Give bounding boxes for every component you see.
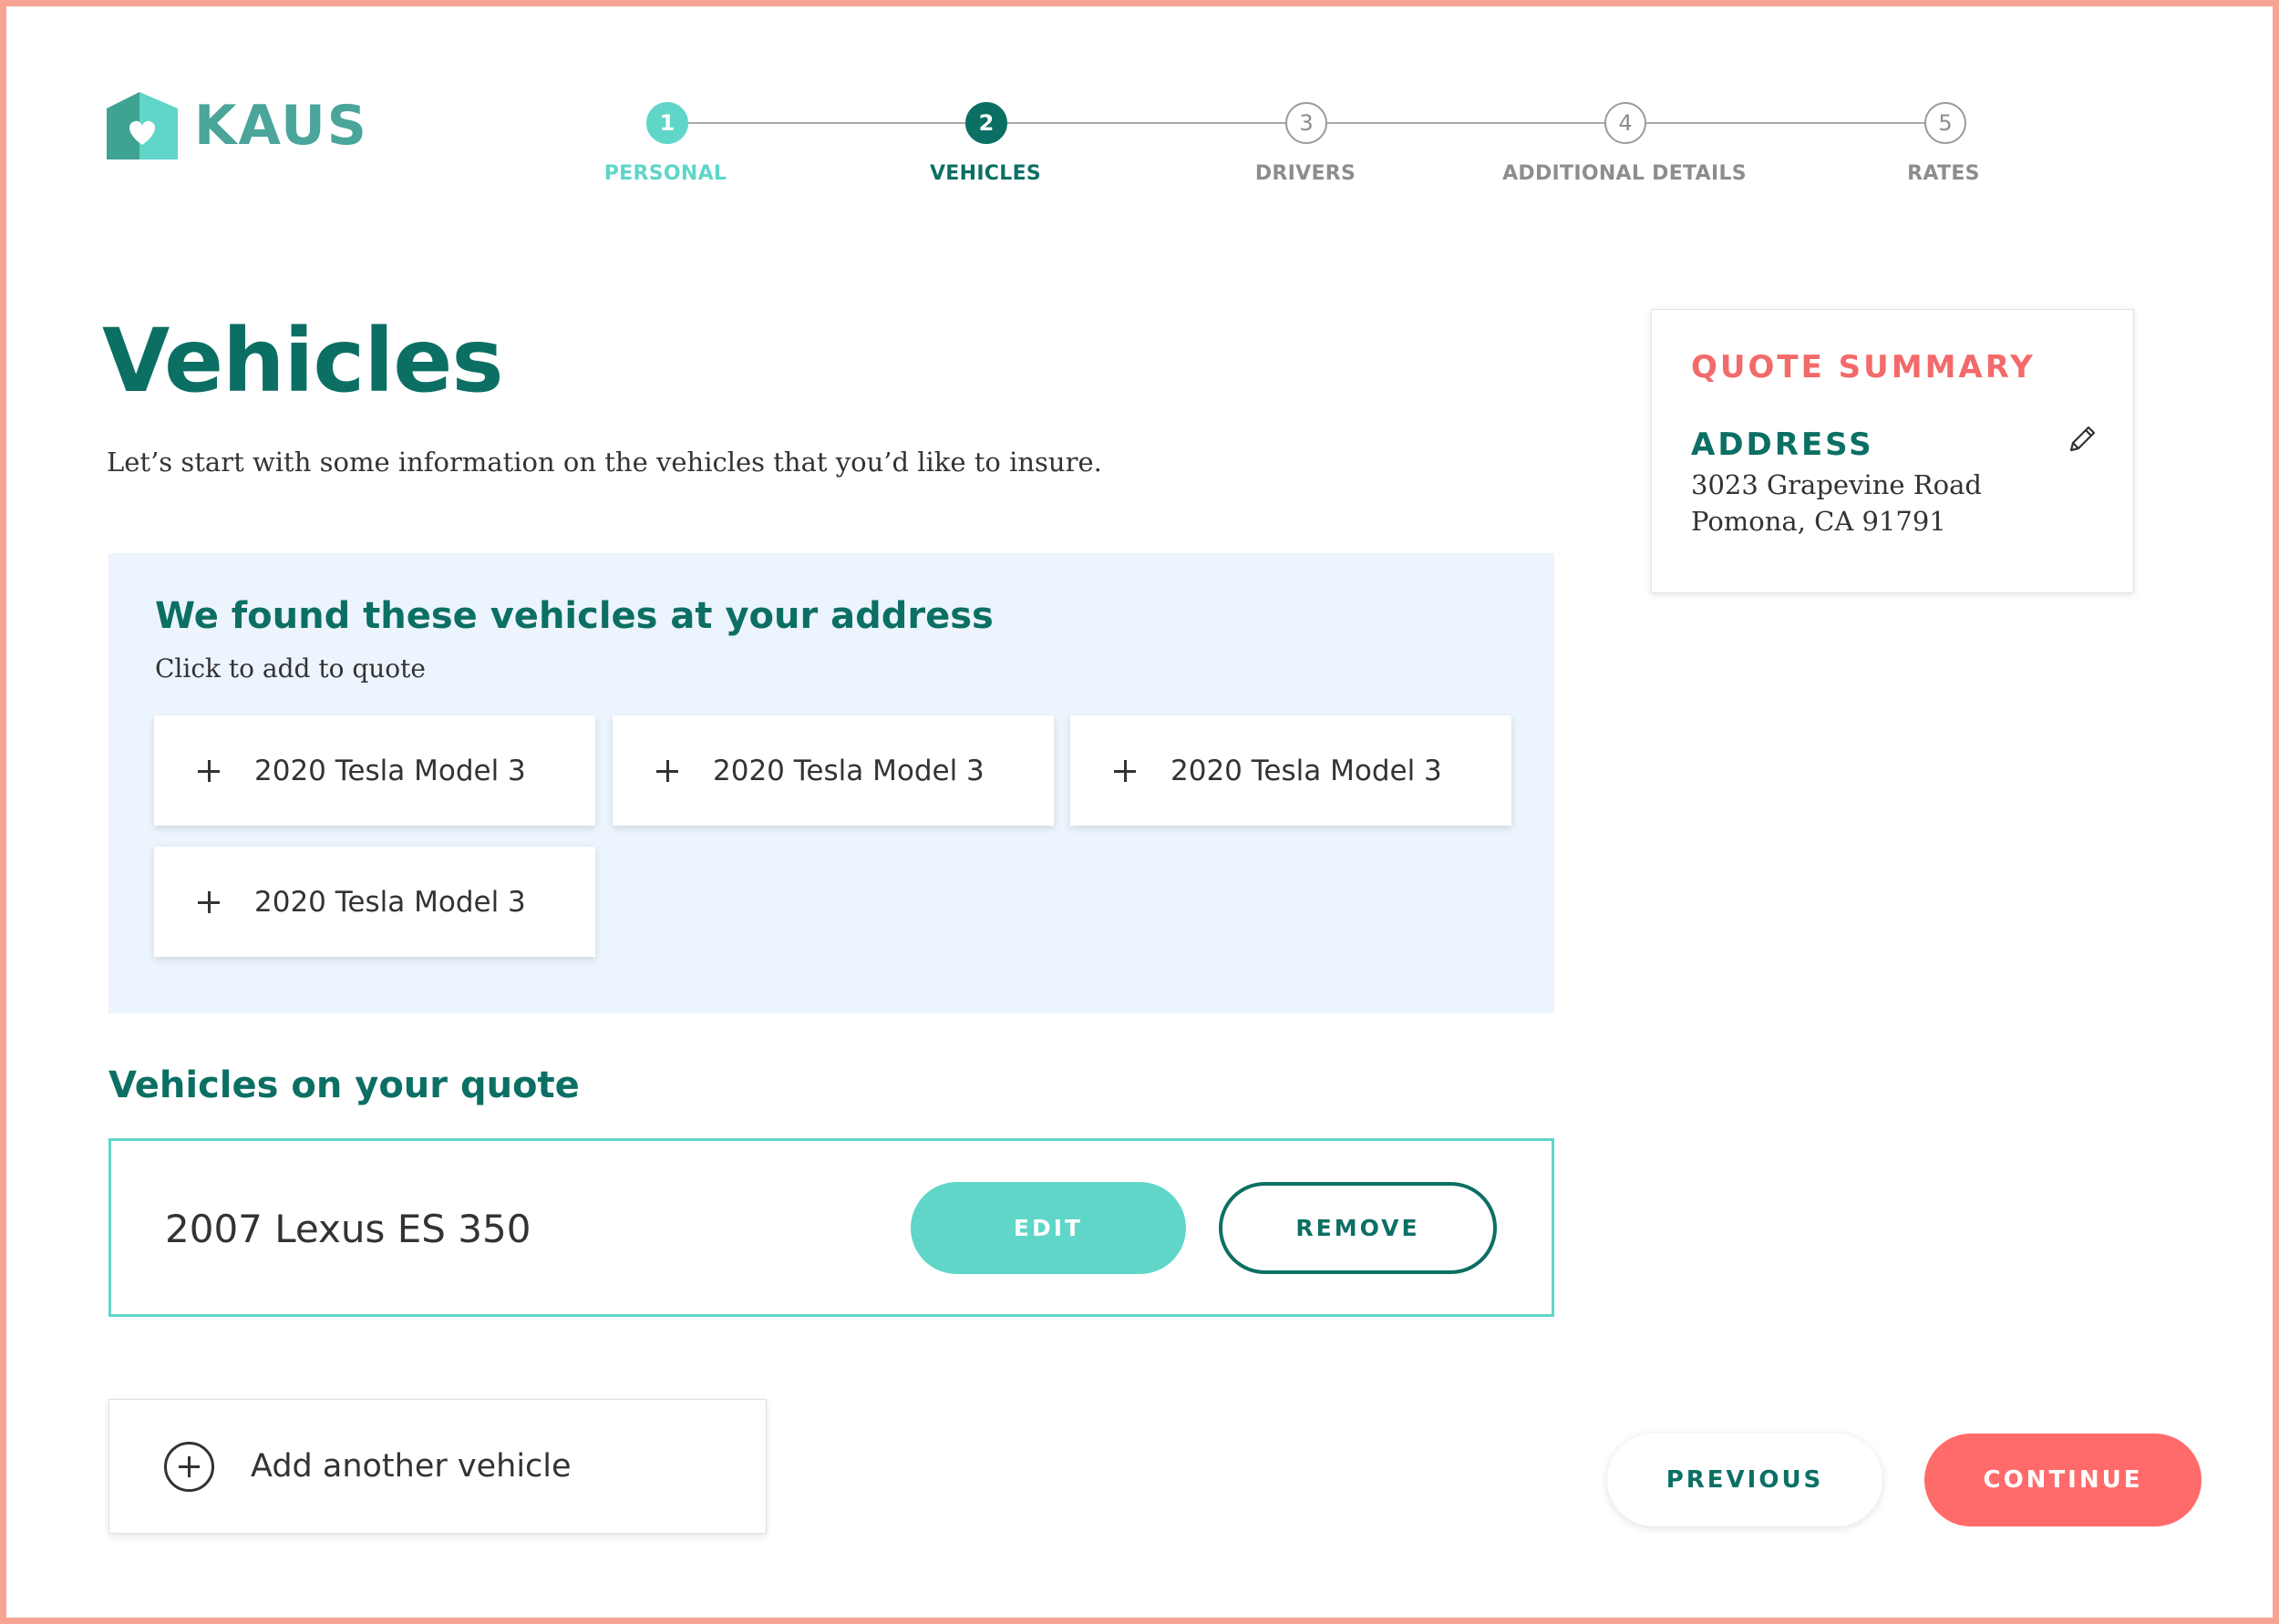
continue-button[interactable]: CONTINUE [1924, 1434, 2202, 1526]
found-vehicle-name: 2020 Tesla Model 3 [1170, 754, 1442, 787]
plus-icon [1114, 759, 1136, 782]
remove-vehicle-button[interactable]: REMOVE [1219, 1182, 1497, 1274]
step-4-label[interactable]: ADDITIONAL DETAILS [1502, 162, 1747, 185]
add-vehicle-label: Add another vehicle [251, 1448, 572, 1485]
step-2-label[interactable]: VEHICLES [930, 162, 1041, 185]
plus-icon [656, 759, 678, 782]
quote-vehicle-name: 2007 Lexus ES 350 [165, 1207, 531, 1251]
step-5-circle[interactable]: 5 [1924, 102, 1966, 144]
found-vehicles-title: We found these vehicles at your address [155, 595, 994, 637]
step-1-label[interactable]: PERSONAL [604, 162, 727, 185]
found-vehicle-name: 2020 Tesla Model 3 [713, 754, 985, 787]
found-vehicle-card[interactable]: 2020 Tesla Model 3 [613, 715, 1054, 826]
add-circle-icon [164, 1441, 214, 1492]
address-line-1: 3023 Grapevine Road [1691, 469, 1982, 500]
found-vehicle-card[interactable]: 2020 Tesla Model 3 [154, 847, 595, 957]
step-4-circle[interactable]: 4 [1604, 102, 1646, 144]
page-title: Vehicles [102, 310, 503, 412]
step-1-circle[interactable]: 1 [646, 102, 688, 144]
add-vehicle-button[interactable]: Add another vehicle [108, 1399, 767, 1534]
found-vehicles-panel: We found these vehicles at your address … [108, 553, 1554, 1013]
found-vehicle-name: 2020 Tesla Model 3 [254, 885, 526, 919]
previous-button[interactable]: PREVIOUS [1607, 1434, 1882, 1526]
pencil-icon[interactable] [2064, 421, 2100, 457]
progress-stepper: 1 PERSONAL 2 VEHICLES 3 DRIVERS 4 ADDITI… [0, 0, 2279, 200]
found-vehicle-card[interactable]: 2020 Tesla Model 3 [1070, 715, 1511, 826]
quote-summary-card: QUOTE SUMMARY ADDRESS 3023 Grapevine Roa… [1651, 309, 2134, 593]
plus-icon [198, 890, 220, 913]
step-3-circle[interactable]: 3 [1285, 102, 1327, 144]
address-label: ADDRESS [1691, 427, 1874, 463]
step-3-label[interactable]: DRIVERS [1255, 162, 1356, 185]
step-5-label[interactable]: RATES [1907, 162, 1980, 185]
quote-summary-title: QUOTE SUMMARY [1691, 349, 2036, 385]
page-intro: Let’s start with some information on the… [107, 447, 1102, 478]
address-line-2: Pomona, CA 91791 [1691, 506, 1946, 537]
found-vehicles-subtitle: Click to add to quote [155, 653, 426, 684]
plus-icon [198, 759, 220, 782]
found-vehicle-card[interactable]: 2020 Tesla Model 3 [154, 715, 595, 826]
step-2-circle[interactable]: 2 [965, 102, 1007, 144]
quote-vehicle-row: 2007 Lexus ES 350 EDIT REMOVE [108, 1138, 1554, 1317]
edit-vehicle-button[interactable]: EDIT [911, 1182, 1186, 1274]
found-vehicle-name: 2020 Tesla Model 3 [254, 754, 526, 787]
quote-vehicles-heading: Vehicles on your quote [108, 1064, 580, 1106]
